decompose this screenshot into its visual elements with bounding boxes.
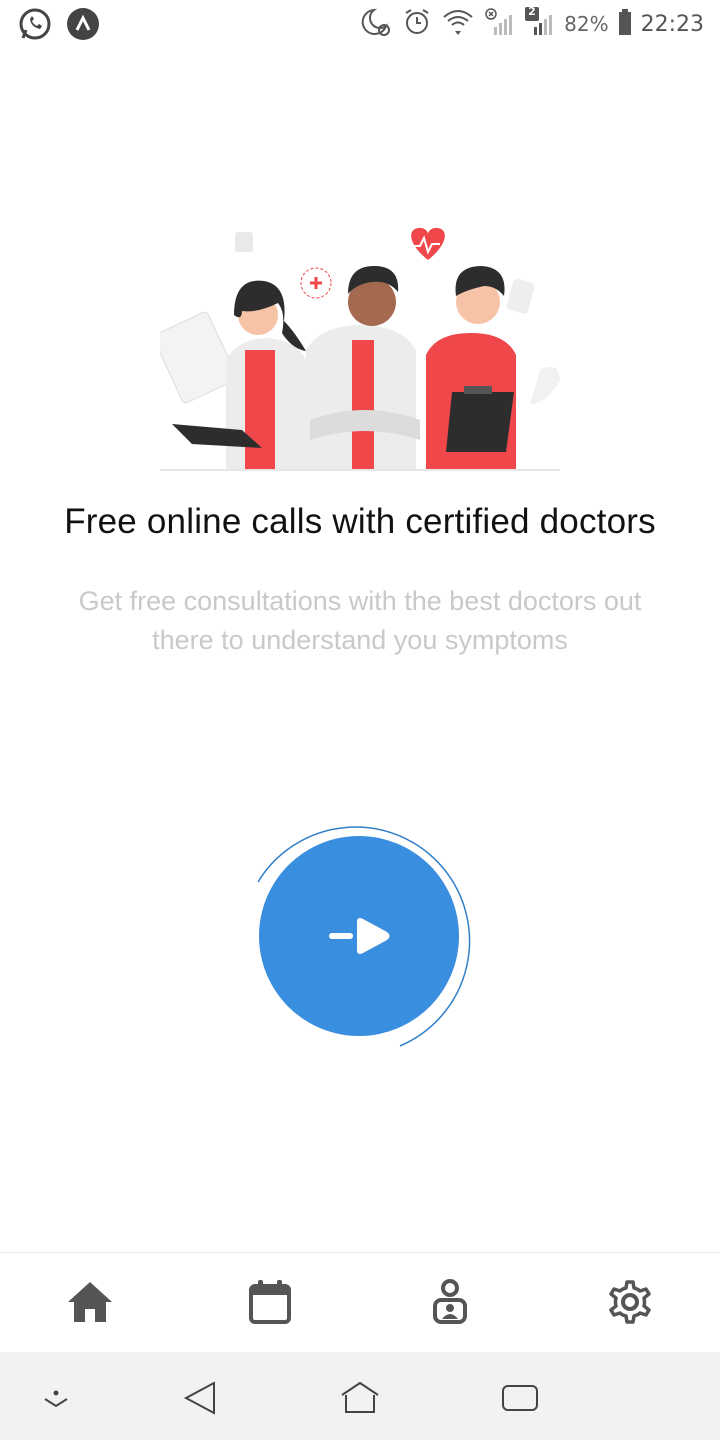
nav-item-home[interactable] — [45, 1267, 135, 1337]
home-outline-icon — [341, 1381, 379, 1413]
nav-item-calendar[interactable] — [225, 1267, 315, 1337]
signal-off-icon — [484, 7, 514, 41]
home-icon — [68, 1282, 112, 1322]
back-icon — [183, 1381, 215, 1415]
next-button[interactable] — [259, 836, 459, 1036]
system-navigation-bar — [0, 1352, 720, 1440]
collapse-icon — [44, 1390, 68, 1408]
collapse-button[interactable] — [34, 1376, 78, 1420]
onboarding-title: Free online calls with certified doctors — [64, 502, 656, 541]
doctors-illustration — [152, 220, 560, 480]
status-right-icons: 2 82% 22:23 — [360, 5, 704, 42]
back-button[interactable] — [178, 1376, 222, 1420]
do-not-disturb-icon — [360, 6, 392, 42]
sim-badge: 2 — [528, 5, 536, 18]
subtitle-line-1: Get free consultations with the best doc… — [78, 586, 642, 616]
status-left-icons — [18, 7, 100, 41]
arrow-up-icon — [66, 7, 100, 41]
recents-button[interactable] — [498, 1376, 542, 1420]
clock: 22:23 — [640, 11, 704, 37]
battery-icon — [618, 9, 631, 39]
bottom-navigation — [0, 1252, 720, 1351]
next-button-group — [250, 812, 482, 1052]
profile-icon — [433, 1279, 467, 1324]
subtitle-line-2: there to understand you symptoms — [152, 625, 568, 655]
status-bar: 2 82% 22:23 — [0, 0, 720, 50]
signal-icon: 2 — [524, 5, 554, 41]
settings-icon — [609, 1280, 651, 1324]
onboarding-subtitle: Get free consultations with the best doc… — [20, 582, 700, 660]
whatsapp-icon — [18, 7, 52, 41]
arrow-right-icon — [329, 918, 390, 954]
wifi-icon — [442, 7, 474, 41]
home-system-button[interactable] — [338, 1376, 382, 1420]
nav-item-profile[interactable] — [405, 1267, 495, 1337]
calendar-icon — [249, 1280, 291, 1324]
nav-item-settings[interactable] — [585, 1267, 675, 1337]
alarm-icon — [402, 7, 432, 41]
recents-icon — [502, 1385, 538, 1411]
battery-percentage: 82% — [564, 12, 609, 36]
